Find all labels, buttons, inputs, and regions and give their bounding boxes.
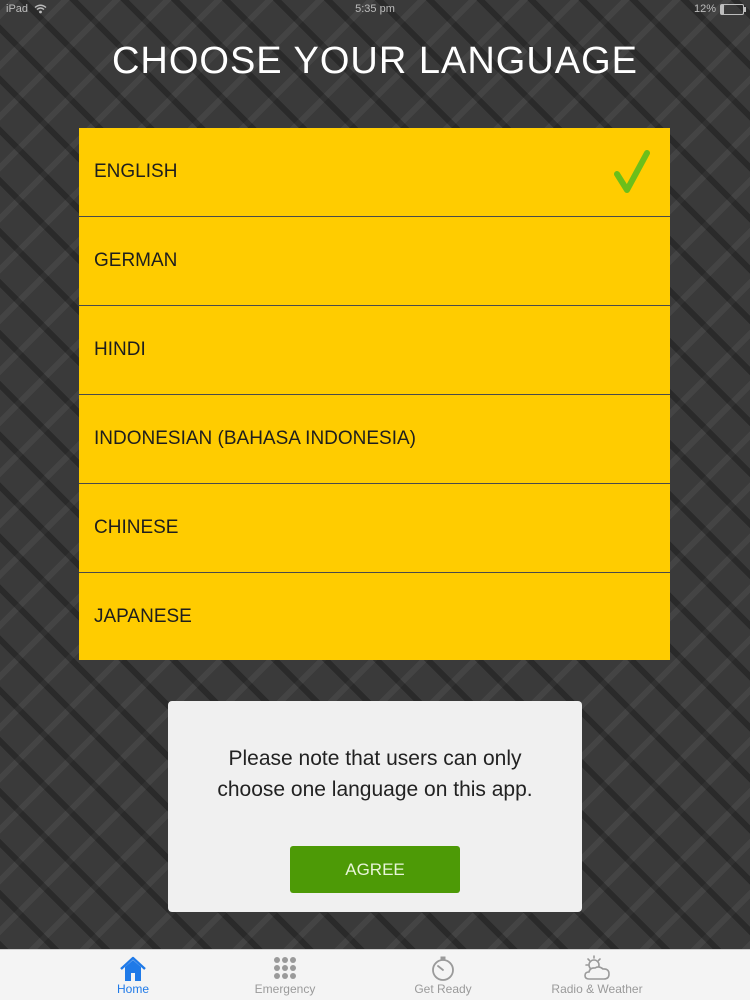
tab-label: Home [116,982,149,996]
language-label: INDONESIAN (BAHASA INDONESIA) [94,428,417,449]
tab-emergency[interactable]: Emergency [215,952,355,998]
home-icon [120,956,146,981]
language-item-chinese[interactable]: CHINESE [79,484,670,573]
page-title: CHOOSE YOUR LANGUAGE [111,40,639,82]
language-label: CHINESE [94,517,179,538]
battery-icon [720,3,746,15]
tab-radio-weather[interactable]: Radio & Weather [527,952,667,998]
dialog-message: Please note that users can only choose o… [217,747,533,801]
checkmark-icon [614,150,650,193]
weather-icon [584,955,610,980]
tab-get-ready[interactable]: Get Ready [373,952,513,998]
tab-label: Get Ready [414,982,472,996]
battery-fill [721,4,724,14]
language-item-japanese[interactable]: JAPANESE [79,573,670,661]
stopwatch-icon [432,956,454,981]
language-label: HINDI [94,339,146,360]
language-label: GERMAN [94,250,178,271]
language-label: ENGLISH [94,161,178,182]
language-item-hindi[interactable]: HINDI [79,306,670,395]
language-label: JAPANESE [94,606,192,627]
tab-bar: Home Emergency Get Ready Radio & Weather [0,949,750,1000]
language-item-indonesian[interactable]: INDONESIAN (BAHASA INDONESIA) [79,395,670,484]
battery-percent: 12% [693,3,716,15]
tab-label: Emergency [254,982,316,996]
language-list: ENGLISH GERMAN HINDI INDONESIAN (BAHASA … [79,128,670,660]
status-time: 5:35 pm [355,3,395,15]
tab-label: Radio & Weather [551,982,643,996]
grid-icon [274,957,296,979]
language-item-german[interactable]: GERMAN [79,217,670,306]
language-item-english[interactable]: ENGLISH [79,128,670,217]
language-notice-dialog: Please note that users can only choose o… [168,701,582,912]
status-bar: iPad 5:35 pm 12% [0,0,750,20]
status-right: 12% [693,3,746,15]
agree-button[interactable]: AGREE [290,846,460,893]
tab-home[interactable]: Home [63,952,203,998]
